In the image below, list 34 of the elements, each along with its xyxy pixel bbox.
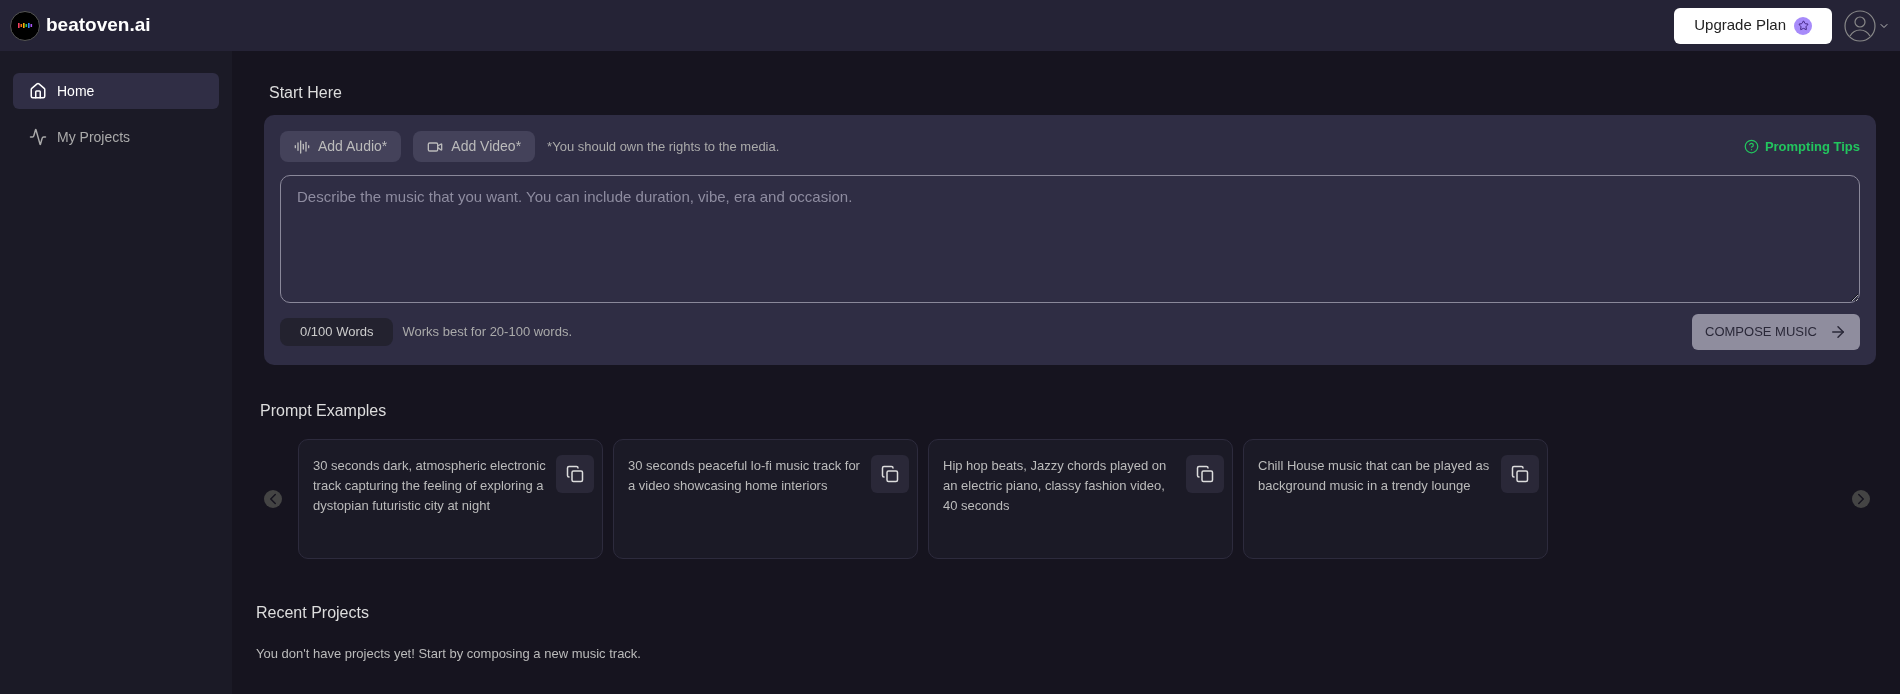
- chart-icon: [29, 128, 47, 146]
- word-hint: Works best for 20-100 words.: [402, 323, 573, 342]
- home-icon: [29, 82, 47, 100]
- prompt-example-card[interactable]: Hip hop beats, Jazzy chords played on an electric piano, classy fashion video, 40 seconds: [928, 439, 1233, 559]
- logo-icon: [10, 10, 40, 41]
- sidebar-item[interactable]: Home: [13, 73, 219, 109]
- copy-icon[interactable]: [871, 455, 909, 493]
- rights-note: *You should own the rights to the media.: [547, 137, 780, 156]
- prompt-example-text: 30 seconds dark, atmospheric electronic track capturing the feeling of exploring a dystopian futuristic city at night: [313, 457, 547, 515]
- word-count-badge: 0/100 Words: [280, 318, 394, 346]
- prompt-example-text: 30 seconds peaceful lo-fi music track for a video showcasing home interiors: [628, 457, 861, 495]
- section-title: Start Here: [269, 83, 343, 103]
- prompt-example-card[interactable]: 30 seconds peaceful lo-fi music track for a video showcasing home interiors: [613, 439, 918, 559]
- prompt-input-field[interactable]: Describe the music that you want. You can include duration, vibe, era and occasion.: [280, 175, 1860, 303]
- prompt-example-text: Chill House music that can be played as background music in a trendy lounge: [1258, 457, 1491, 495]
- empty-projects-message: You don't have projects yet! Start by composing a new music track.: [256, 645, 642, 663]
- copy-icon[interactable]: [1186, 455, 1224, 493]
- copy-icon[interactable]: [1501, 455, 1539, 493]
- sidebar-item[interactable]: My Projects: [13, 119, 219, 155]
- section-title: Prompt Examples: [260, 401, 388, 421]
- prompting-tips-link[interactable]: Prompting Tips: [1743, 136, 1860, 157]
- section-title: Recent Projects: [256, 603, 370, 623]
- prompt-example-card[interactable]: Chill House music that can be played as background music in a trendy lounge: [1243, 439, 1548, 559]
- copy-icon[interactable]: [556, 455, 594, 493]
- upgrade-plan-button[interactable]: Upgrade Plan: [1674, 7, 1832, 44]
- prompt-example-text: Hip hop beats, Jazzy chords played on an electric piano, classy fashion video, 40 seconds: [943, 457, 1168, 515]
- arrow-right-icon: [1829, 323, 1847, 341]
- prompt-example-card[interactable]: 30 seconds dark, atmospheric electronic track capturing the feeling of exploring a dystopian futuristic city at night: [298, 439, 603, 559]
- add-video-button[interactable]: Add Video*: [413, 131, 536, 162]
- help-icon: [1743, 139, 1759, 154]
- user-avatar-icon[interactable]: [1844, 9, 1890, 42]
- logo-text: beatoven.ai: [46, 13, 151, 38]
- add-audio-button[interactable]: Add Audio*: [280, 131, 402, 162]
- sound-wave-icon: [294, 138, 310, 155]
